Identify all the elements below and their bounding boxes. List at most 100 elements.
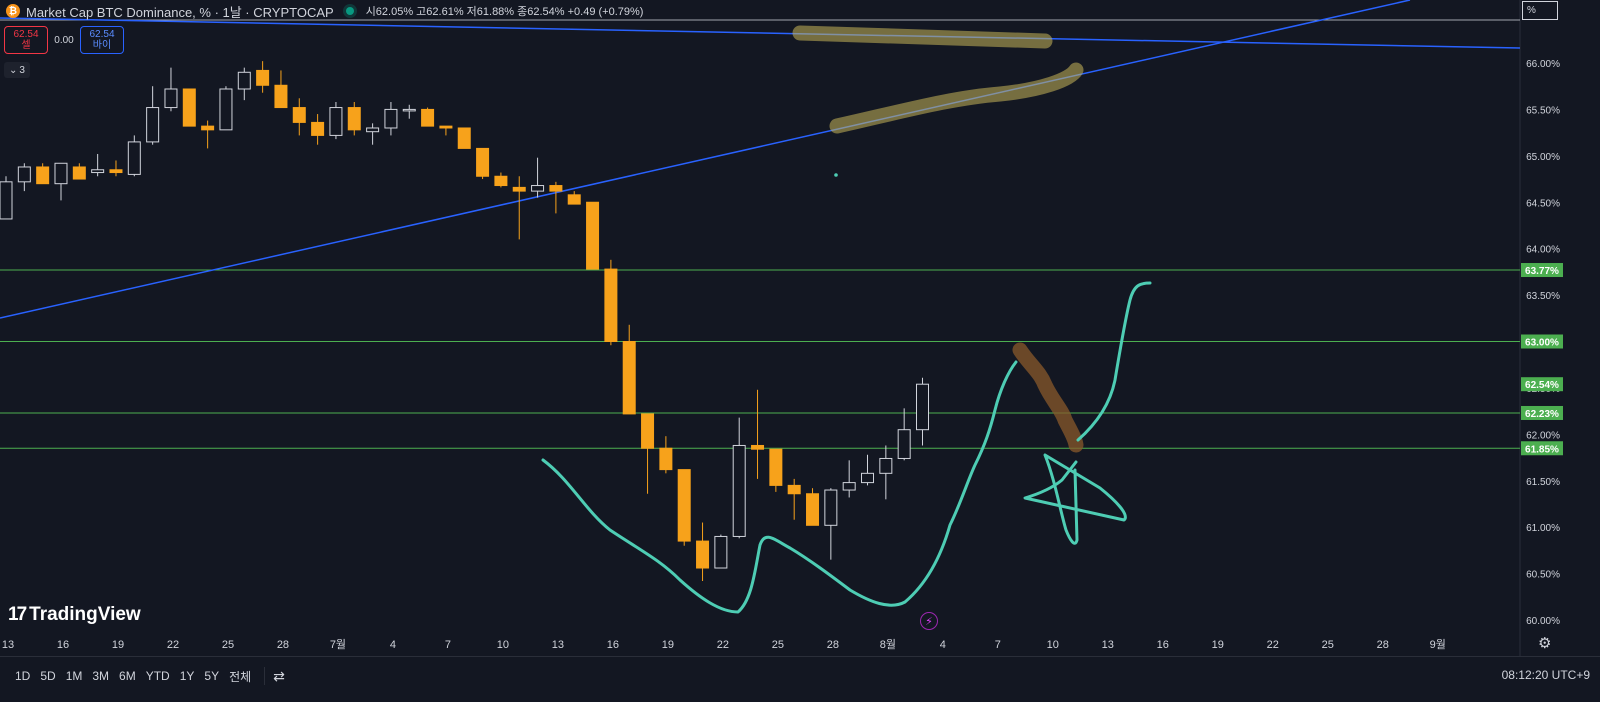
candle xyxy=(439,125,453,136)
candle-body xyxy=(531,185,545,192)
candle-body xyxy=(91,169,105,174)
y-tick-label: 65.00% xyxy=(1526,152,1560,163)
gear-icon[interactable]: ⚙ xyxy=(1538,634,1551,652)
range-1d-button[interactable]: 1D xyxy=(10,669,35,683)
candle xyxy=(751,389,765,479)
candle xyxy=(164,67,178,112)
candle-body xyxy=(696,540,710,569)
x-tick-label: 7 xyxy=(995,639,1001,651)
candle xyxy=(17,163,31,192)
y-tick-label: 60.00% xyxy=(1526,616,1560,627)
candle-body xyxy=(897,429,911,459)
candle-body xyxy=(237,71,251,90)
candle xyxy=(109,160,123,177)
range-1m-button[interactable]: 1M xyxy=(61,669,88,683)
candle xyxy=(512,176,526,240)
sell-button[interactable]: 62.54 셀 xyxy=(4,26,48,54)
x-tick-label: 10 xyxy=(497,639,509,651)
candle xyxy=(604,259,618,346)
candle-body xyxy=(421,108,435,127)
toolbar-divider xyxy=(264,667,266,685)
candle-body xyxy=(824,489,838,526)
candle xyxy=(806,488,820,526)
range-5y-button[interactable]: 5Y xyxy=(199,669,224,683)
candle-body xyxy=(659,447,673,471)
scale-mode-button[interactable]: % xyxy=(1522,1,1558,20)
candle-body xyxy=(512,186,526,192)
x-tick-label: 19 xyxy=(1212,639,1224,651)
sell-price: 62.54 xyxy=(13,29,39,40)
candle-body xyxy=(549,185,563,192)
chart-canvas[interactable]: 60.00%60.50%61.00%61.50%62.00%62.50%63.0… xyxy=(0,0,1600,701)
x-tick-label: 8월 xyxy=(880,638,896,651)
level-price-label: 63.00% xyxy=(1525,338,1559,349)
candle xyxy=(91,153,105,177)
range-all-button[interactable]: 전체 xyxy=(224,668,256,685)
candle-body xyxy=(109,169,123,174)
lightning-icon[interactable]: ⚡ xyxy=(920,612,938,630)
candle xyxy=(622,324,636,415)
range-3m-button[interactable]: 3M xyxy=(87,669,114,683)
freehand-drawing xyxy=(1023,453,1127,545)
candle-body xyxy=(219,88,233,131)
candle xyxy=(201,120,215,149)
clock[interactable]: 08:12:20 UTC+9 xyxy=(1502,668,1590,682)
y-tick-label: 65.50% xyxy=(1526,105,1560,116)
candle xyxy=(769,448,783,492)
x-tick-label: 7월 xyxy=(330,638,346,651)
highlight-stroke xyxy=(792,25,1053,49)
candle-body xyxy=(17,166,31,183)
x-tick-label: 19 xyxy=(112,639,124,651)
candle-body xyxy=(146,107,160,143)
y-tick-label: 62.00% xyxy=(1526,430,1560,441)
candle xyxy=(421,107,435,127)
x-tick-label: 19 xyxy=(662,639,674,651)
candle-body xyxy=(714,535,728,569)
candle xyxy=(366,123,380,145)
y-tick-label: 64.00% xyxy=(1526,245,1560,256)
goto-date-icon[interactable]: ⇄ xyxy=(273,668,285,685)
x-tick-label: 4 xyxy=(940,639,946,651)
y-tick-label: 63.50% xyxy=(1526,291,1560,302)
candle xyxy=(54,162,68,201)
bottom-toolbar: 1D 5D 1M 3M 6M YTD 1Y 5Y 전체 ⇄ 08:12:20 U… xyxy=(0,656,1600,702)
symbol-title[interactable]: Market Cap BTC Dominance, % · 1날 · CRYPT… xyxy=(26,2,334,21)
date-range-buttons: 1D 5D 1M 3M 6M YTD 1Y 5Y 전체 ⇄ xyxy=(10,667,285,685)
range-5d-button[interactable]: 5D xyxy=(35,669,60,683)
candle xyxy=(384,101,398,136)
range-1y-button[interactable]: 1Y xyxy=(175,669,200,683)
candle xyxy=(274,70,288,109)
last-price-label: 62.54% xyxy=(1525,380,1559,391)
candle-body xyxy=(769,448,783,486)
x-tick-label: 28 xyxy=(277,639,289,651)
market-status-icon xyxy=(345,7,354,15)
y-tick-label: 61.50% xyxy=(1526,477,1560,488)
x-tick-label: 13 xyxy=(552,639,564,651)
candle-body xyxy=(72,166,86,180)
candle-body xyxy=(842,482,856,491)
candle-body xyxy=(292,107,306,123)
freehand-drawing xyxy=(541,360,1018,614)
candle-body xyxy=(201,125,215,131)
candle xyxy=(677,469,691,546)
buy-button[interactable]: 62.54 바이 xyxy=(80,26,124,54)
highlight-stroke xyxy=(829,62,1084,134)
buy-label: 바이 xyxy=(92,40,112,51)
range-6m-button[interactable]: 6M xyxy=(114,669,141,683)
candle xyxy=(714,534,728,569)
candle-body xyxy=(311,121,325,136)
candle xyxy=(402,104,416,119)
candle-body xyxy=(732,444,746,537)
candle-body xyxy=(274,84,288,109)
candle xyxy=(641,413,655,494)
candle-body xyxy=(439,125,453,129)
range-ytd-button[interactable]: YTD xyxy=(141,669,175,683)
chevron-down-icon: ⌄ xyxy=(9,64,18,76)
spread-value: 0.00 xyxy=(54,34,74,46)
candle-body xyxy=(402,108,416,112)
x-tick-label: 28 xyxy=(1377,639,1389,651)
tradingview-logo: 17 TradingView xyxy=(8,604,141,626)
indicators-toggle-button[interactable]: ⌄ 3 xyxy=(4,62,30,78)
candle xyxy=(146,86,160,145)
candle xyxy=(237,67,251,101)
